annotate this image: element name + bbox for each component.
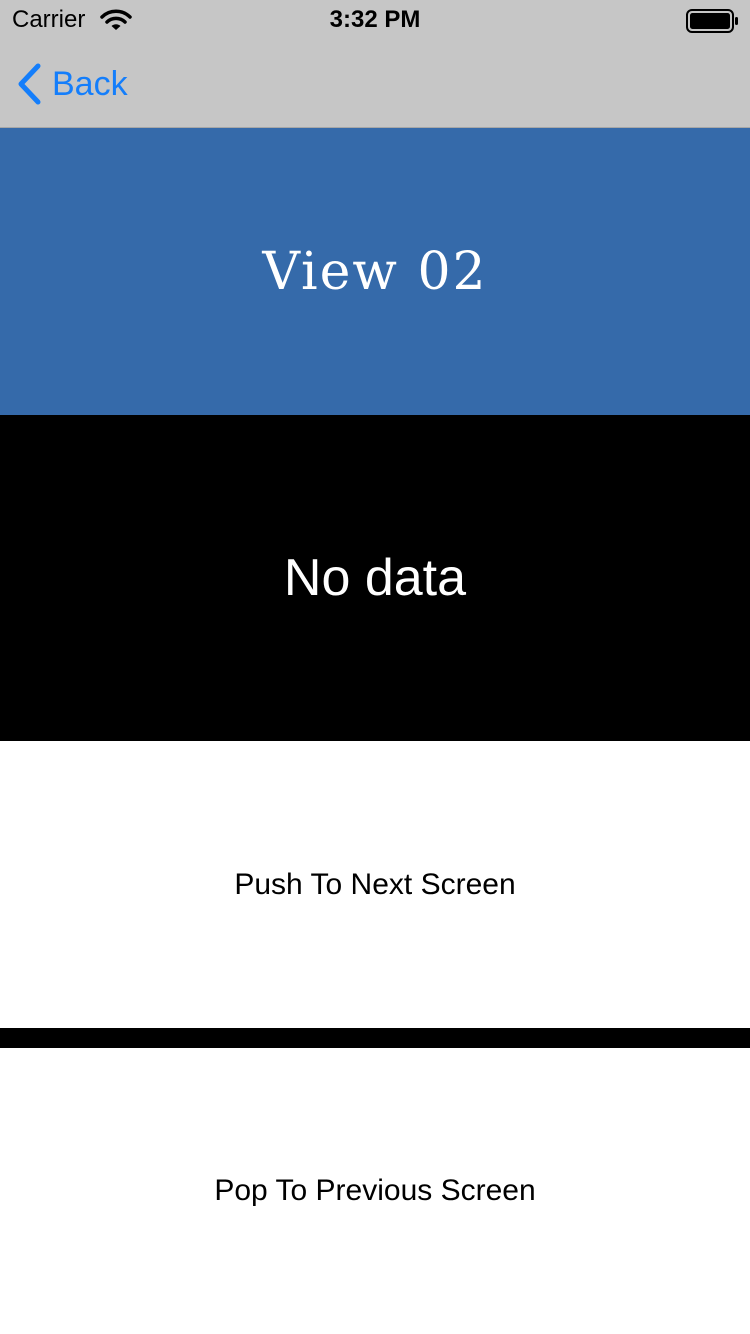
status-bar: Carrier 3:32 PM [0,0,750,40]
status-time: 3:32 PM [329,6,421,33]
battery-icon [686,9,738,33]
view-title: View 02 [262,241,488,302]
navigation-bar: Back [0,40,750,128]
back-button-label: Back [52,65,128,103]
pop-previous-screen-button[interactable]: Pop To Previous Screen [0,1048,750,1334]
divider [0,1028,750,1048]
title-panel: View 02 [0,128,750,415]
data-panel: No data [0,415,750,741]
push-next-screen-button[interactable]: Push To Next Screen [0,741,750,1028]
push-button-label: Push To Next Screen [234,867,516,901]
data-status-label: No data [283,549,467,607]
pop-button-label: Pop To Previous Screen [214,1174,536,1207]
back-button[interactable]: Back [14,58,128,110]
chevron-left-icon [18,63,41,105]
